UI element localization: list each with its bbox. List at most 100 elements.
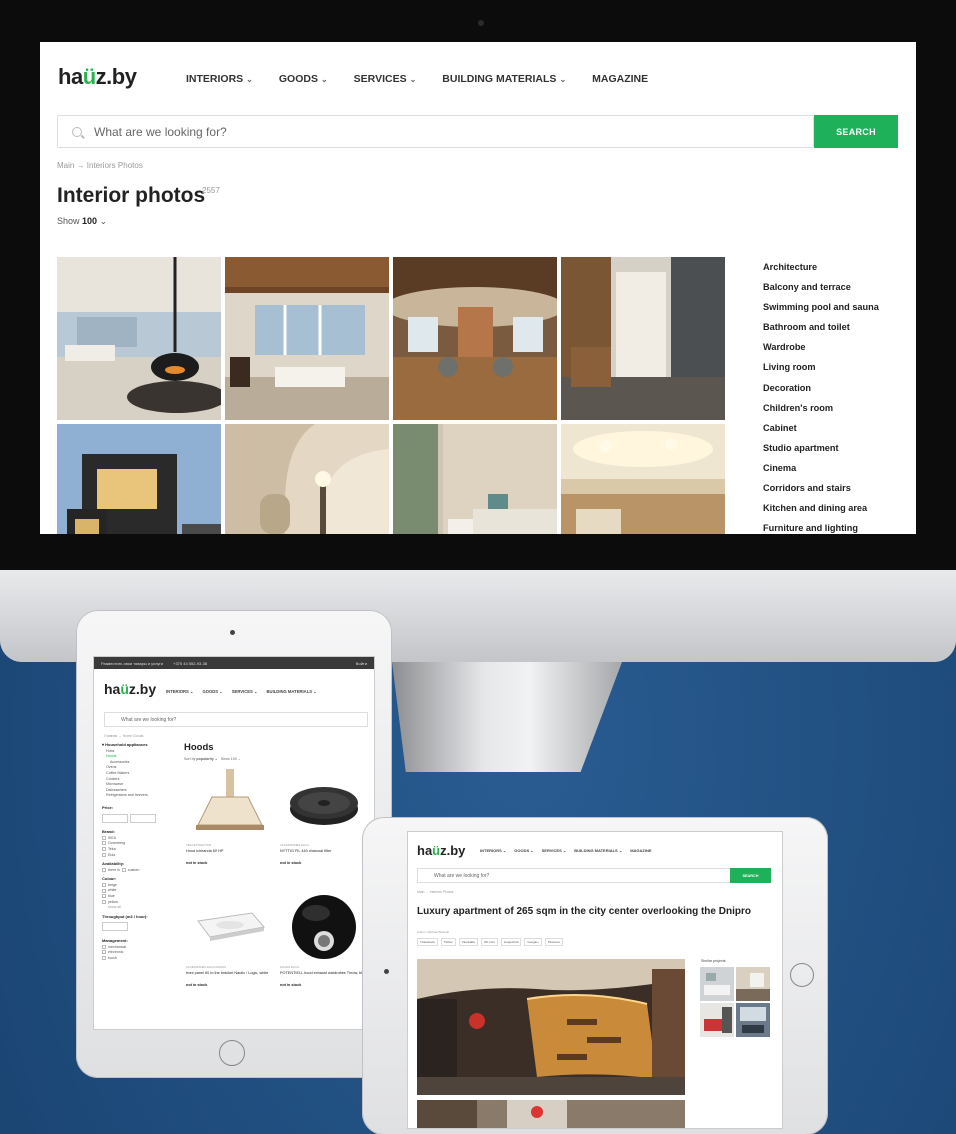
nav-item-interiors[interactable]: INTERIORS ⌄	[186, 73, 253, 85]
panel-image	[197, 912, 265, 941]
interior-photo[interactable]	[57, 424, 221, 534]
tablet-portrait-screen: Разместить свои товары и услуги +375 44 …	[93, 656, 375, 1030]
site-logo[interactable]: haüz.by	[417, 843, 465, 858]
category-link[interactable]: Kitchen and dining area	[763, 498, 879, 518]
main-nav: INTERIORS ⌄ GOODS ⌄ SERVICES ⌄ BUILDING MAT…	[186, 73, 648, 85]
availability-checkbox[interactable]: there is	[102, 868, 120, 872]
show-per-page-select[interactable]: Show 100 ⌄	[57, 216, 107, 227]
search-button[interactable]: SEARCH	[730, 868, 771, 883]
nav-item-goods[interactable]: GOODS ⌄	[514, 848, 533, 853]
category-link[interactable]: Decoration	[763, 378, 879, 398]
category-link[interactable]: Bathroom and toilet	[763, 317, 879, 337]
nav-item-building-materials[interactable]: BUILDING MATERIALS ⌄	[442, 73, 566, 85]
category-link[interactable]: Cabinet	[763, 418, 879, 438]
nav-item-interiors[interactable]: INTERIORS ⌄	[480, 848, 506, 853]
nav-item-building-materials[interactable]: BUILDING MATERIALS ⌄	[267, 689, 317, 694]
interior-photo[interactable]	[561, 424, 725, 534]
round-hood-image	[292, 895, 356, 959]
category-link[interactable]: Corridors and stairs	[763, 478, 879, 498]
article-title: Luxury apartment of 265 sqm in the city …	[417, 906, 751, 917]
nav-item-building-materials[interactable]: BUILDING MATERIALS ⌄	[574, 848, 622, 853]
tablet-portrait: Разместить свои товары и услуги +375 44 …	[76, 610, 392, 1078]
interior-photo[interactable]	[393, 424, 557, 534]
share-vkontakte-button[interactable]: Vkontakte	[458, 938, 479, 946]
nav-item-magazine[interactable]: MAGAZINE	[630, 848, 651, 853]
category-link[interactable]: Living room	[763, 357, 879, 377]
filter-sidebar: ▾ Household appliances Hobs Hoods Access…	[102, 742, 178, 961]
category-link[interactable]: Children's room	[763, 398, 879, 418]
interior-photo[interactable]	[57, 257, 221, 420]
site-logo[interactable]: haüz.by	[58, 64, 137, 90]
throughput-input[interactable]	[102, 922, 128, 932]
breadcrumb[interactable]: Main → Interiors Photos	[417, 890, 453, 894]
category-link[interactable]: Swimming pool and sauna	[763, 297, 879, 317]
similar-projects-title: Similar projects	[701, 959, 726, 963]
nav-item-services[interactable]: SERVICES ⌄	[354, 73, 417, 85]
breadcrumb[interactable]: Главная → Home Goods	[104, 734, 143, 738]
category-link[interactable]: Cinema	[763, 458, 879, 478]
sort-controls[interactable]: Sort by popularity ⌄ Show 100 ⌄	[184, 757, 369, 761]
category-link[interactable]: Studio apartment	[763, 438, 879, 458]
chevron-down-icon: ⌄	[99, 216, 108, 226]
category-list: Architecture Balcony and terrace Swimmin…	[763, 257, 879, 534]
product-card[interactable]: ACCESSORIES ELICA/HOODS front panel 60 t…	[184, 887, 276, 1007]
article-photo[interactable]	[417, 959, 685, 1095]
price-to-input[interactable]	[130, 813, 156, 823]
search-placeholder: What are we looking for?	[94, 124, 227, 139]
add-goods-link[interactable]: Разместить свои товары и услуги	[101, 661, 163, 666]
logo-leaf-icon: ü	[82, 64, 96, 89]
camera-icon	[230, 630, 235, 635]
interior-photo[interactable]	[561, 257, 725, 420]
brand-checkbox[interactable]: Elda	[102, 853, 178, 859]
share-ok-button[interactable]: OK.com	[481, 938, 498, 946]
nav-item-magazine[interactable]: MAGAZINE	[592, 73, 648, 85]
home-button[interactable]	[790, 963, 814, 987]
share-facebook-button[interactable]: f Facebook	[417, 938, 438, 946]
category-link[interactable]: Architecture	[763, 257, 879, 277]
nav-item-goods[interactable]: GOODS ⌄	[202, 689, 222, 694]
similar-projects-grid	[700, 967, 770, 1037]
search-input[interactable]: What are we looking for?	[57, 115, 814, 148]
search-input[interactable]: What are we looking for?	[104, 712, 368, 727]
nav-item-services[interactable]: SERVICES ⌄	[542, 848, 567, 853]
interior-photo[interactable]	[225, 424, 389, 534]
search-input[interactable]: What are we looking for?	[417, 868, 739, 883]
similar-project-thumb[interactable]	[736, 1003, 770, 1037]
similar-project-thumb[interactable]	[700, 967, 734, 1001]
share-livejournal-button[interactable]: Livejournal	[500, 938, 522, 946]
similar-project-thumb[interactable]	[700, 1003, 734, 1037]
breadcrumb[interactable]: Main → Interiors Photos	[57, 161, 143, 170]
phone-number[interactable]: +375 44 552-93-38	[173, 661, 207, 666]
category-link[interactable]: Wardrobe	[763, 337, 879, 357]
home-button[interactable]	[219, 1040, 245, 1066]
nav-item-services[interactable]: SERVICES ⌄	[232, 689, 258, 694]
share-pinterest-button[interactable]: Pinterest	[544, 938, 563, 946]
nav-item-interiors[interactable]: INTERIORS ⌄	[166, 689, 193, 694]
site-logo[interactable]: haüz.by	[104, 681, 156, 697]
interior-photo[interactable]	[225, 257, 389, 420]
article-author: Author: Michael Belinski	[417, 930, 450, 934]
availability-checkbox[interactable]: custom	[121, 868, 139, 872]
product-card[interactable]: ACCESSORIES ELICA NYTTIG FIL 440 charcoa…	[278, 765, 370, 885]
photo-grid	[57, 257, 725, 534]
category-link[interactable]: Balcony and terrace	[763, 277, 879, 297]
share-twitter-button[interactable]: Twitter	[440, 938, 456, 946]
show-all-link[interactable]: show all	[102, 905, 178, 911]
product-card[interactable]: TEKA EXTRACTOR Hood Ichiranda 60 HP not …	[184, 765, 276, 885]
share-google-button[interactable]: Google+	[524, 938, 542, 946]
search-button[interactable]: SEARCH	[814, 115, 898, 148]
nav-item-goods[interactable]: GOODS ⌄	[279, 73, 328, 85]
camera-icon	[478, 20, 484, 26]
tablet-landscape: haüz.by INTERIORS ⌄ GOODS ⌄ SERVICES ⌄ B…	[362, 817, 828, 1134]
article-photo[interactable]	[417, 1100, 685, 1128]
filter-item[interactable]: Refrigerators and freezers	[102, 793, 178, 799]
price-from-input[interactable]	[102, 813, 128, 823]
management-checkbox[interactable]: touch	[102, 956, 178, 962]
similar-project-thumb[interactable]	[736, 967, 770, 1001]
product-card[interactable]: HOODS ELICA POTENTIELL hood exhaust ward…	[278, 887, 370, 1007]
logo-leaf-icon: ü	[432, 843, 441, 858]
chevron-down-icon: ⌄	[559, 75, 567, 84]
category-link[interactable]: Furniture and lighting	[763, 518, 879, 534]
login-link[interactable]: Войти	[356, 661, 367, 666]
interior-photo[interactable]	[393, 257, 557, 420]
